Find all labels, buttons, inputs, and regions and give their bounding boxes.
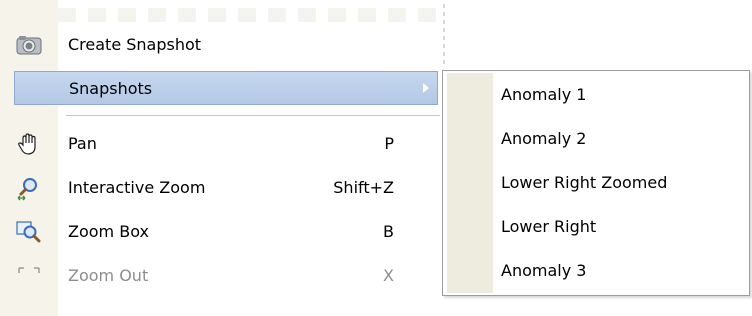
menu-item-snapshots[interactable]: Snapshots bbox=[14, 71, 438, 105]
menu-item-shortcut: B bbox=[383, 222, 394, 241]
menu-item-shortcut: X bbox=[383, 266, 394, 285]
menu-item-shortcut: P bbox=[384, 134, 394, 153]
camera-icon bbox=[16, 34, 42, 56]
submenu-item-anomaly-2[interactable]: Anomaly 2 bbox=[501, 127, 586, 151]
menu-item-label: Create Snapshot bbox=[68, 35, 202, 54]
submenu-item-anomaly-3[interactable]: Anomaly 3 bbox=[501, 259, 586, 283]
menu-item-create-snapshot[interactable]: Create Snapshot bbox=[0, 27, 440, 63]
magnifier-icon bbox=[16, 177, 42, 201]
zoom-box-icon bbox=[16, 221, 42, 243]
menu-right-edge bbox=[443, 4, 445, 64]
menu-item-interactive-zoom[interactable]: Interactive Zoom Shift+Z bbox=[0, 170, 440, 206]
menu-item-label: Snapshots bbox=[69, 79, 153, 98]
menu-item-pan[interactable]: Pan P bbox=[0, 126, 440, 162]
submenu-item-anomaly-1[interactable]: Anomaly 1 bbox=[501, 83, 586, 107]
hand-icon bbox=[16, 133, 42, 155]
menu-item-label: Zoom Box bbox=[68, 222, 149, 241]
menu-top-edge bbox=[58, 8, 438, 22]
menu-item-label: Interactive Zoom bbox=[68, 178, 206, 197]
menu-item-label: Zoom Out bbox=[68, 266, 149, 285]
submenu-arrow-icon bbox=[423, 83, 429, 93]
submenu-item-lower-right[interactable]: Lower Right bbox=[501, 215, 596, 239]
menu-item-label: Pan bbox=[68, 134, 97, 153]
menu-item-shortcut: Shift+Z bbox=[333, 178, 394, 197]
context-menu: Create Snapshot Snapshots Pan P Interact… bbox=[0, 0, 446, 316]
submenu-icon-gutter bbox=[447, 73, 493, 293]
snapshots-submenu: Anomaly 1 Anomaly 2 Lower Right Zoomed L… bbox=[442, 70, 750, 296]
menu-item-zoom-out[interactable]: Zoom Out X bbox=[0, 258, 440, 294]
submenu-item-lower-right-zoomed[interactable]: Lower Right Zoomed bbox=[501, 171, 667, 195]
menu-separator bbox=[66, 115, 440, 116]
zoom-out-icon bbox=[16, 265, 42, 287]
menu-item-zoom-box[interactable]: Zoom Box B bbox=[0, 214, 440, 250]
